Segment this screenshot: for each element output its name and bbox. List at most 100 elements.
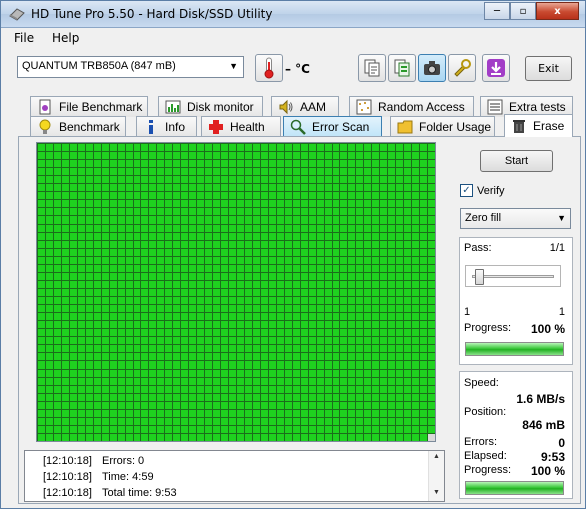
error-scan-magnifier-icon xyxy=(290,119,306,135)
scroll-down-icon[interactable]: ▼ xyxy=(433,489,440,496)
log-entry: [12:10:18] Errors: 0 xyxy=(43,455,144,467)
errors-row: Errors: 0 xyxy=(464,436,565,450)
verify-label: Verify xyxy=(477,184,505,197)
fill-mode-value: Zero fill xyxy=(465,212,502,224)
log-time: [12:10:18] xyxy=(43,471,92,483)
position-value-row: 846 mB xyxy=(464,418,565,432)
slider-max: 1 xyxy=(558,306,565,318)
erase-panel: [12:10:18] Errors: 0 [12:10:18] Time: 4:59… xyxy=(18,136,581,504)
progress-label: Progress: xyxy=(464,464,512,476)
elapsed-row: Elapsed: 9:53 xyxy=(464,450,565,464)
tab-label: Error Scan xyxy=(312,120,370,134)
speaker-icon xyxy=(279,99,293,115)
tab-label: File Benchmark xyxy=(59,100,143,114)
tab-health[interactable]: Health xyxy=(201,116,281,137)
options-wrench-icon xyxy=(454,59,471,77)
window-title: HD Tune Pro 5.50 - Hard Disk/SSD Utility xyxy=(31,7,273,21)
progress-bar-fill xyxy=(466,482,563,494)
start-button[interactable]: Start xyxy=(480,150,553,172)
tab-label: Random Access xyxy=(378,100,465,114)
elapsed-label: Elapsed: xyxy=(464,450,507,462)
window-controls: ─ ▫ x xyxy=(484,2,579,20)
tab-folder-usage[interactable]: Folder Usage xyxy=(390,116,495,137)
verify-checkbox[interactable]: ✓ xyxy=(460,184,473,197)
log-text: Errors: 0 xyxy=(102,455,145,467)
tab-benchmark[interactable]: Benchmark xyxy=(30,116,126,137)
tab-aam[interactable]: AAM xyxy=(271,96,339,117)
tab-error-scan[interactable]: Error Scan xyxy=(283,116,382,137)
stats-progress-row: Progress: 100 % xyxy=(464,464,565,478)
log-time: [12:10:18] xyxy=(43,487,92,499)
maximize-button[interactable]: ▫ xyxy=(510,2,536,20)
tab-label: Extra tests xyxy=(509,100,566,114)
pass-progress-row: Progress: 100 % xyxy=(464,322,565,336)
copy-text-button[interactable] xyxy=(358,54,386,82)
log-text: Total time: 9:53 xyxy=(102,487,177,499)
tab-erase[interactable]: Erase xyxy=(504,114,573,137)
extra-tests-icon xyxy=(487,99,503,115)
slider-thumb[interactable] xyxy=(475,269,484,285)
tab-label: Info xyxy=(165,120,186,134)
copy-info-button[interactable] xyxy=(388,54,416,82)
close-button[interactable]: x xyxy=(536,2,579,20)
log-scrollbar[interactable]: ▲ ▼ xyxy=(428,451,444,501)
stats-box: Speed: 1.6 MB/s Position: 846 mB Errors:… xyxy=(459,371,573,499)
disk-monitor-icon xyxy=(165,100,181,114)
thermometer-icon xyxy=(264,57,274,79)
slider-track-line xyxy=(472,275,554,278)
speed-label: Speed: xyxy=(464,377,499,389)
tab-label: Benchmark xyxy=(59,120,120,134)
temperature-readout: – °C xyxy=(285,62,310,76)
block-grid xyxy=(37,143,435,441)
chevron-down-icon: ▼ xyxy=(229,61,238,71)
pass-label: Pass: xyxy=(464,242,492,254)
copy-text-icon xyxy=(364,59,380,77)
app-window: HD Tune Pro 5.50 - Hard Disk/SSD Utility… xyxy=(0,0,586,509)
pass-value: 1/1 xyxy=(549,242,565,254)
log-list[interactable]: [12:10:18] Errors: 0 [12:10:18] Time: 4:59… xyxy=(24,450,445,502)
tab-file-benchmark[interactable]: File Benchmark xyxy=(30,96,148,117)
save-button[interactable] xyxy=(482,54,510,82)
progress-label: Progress: xyxy=(464,322,512,334)
exit-button[interactable]: Exit xyxy=(525,56,572,81)
position-label-row: Position: xyxy=(464,406,565,418)
info-icon xyxy=(149,120,153,134)
slider-min: 1 xyxy=(464,306,471,318)
temperature-button[interactable] xyxy=(255,54,283,82)
log-entry: [12:10:18] Time: 4:59 xyxy=(43,471,154,483)
screenshot-button[interactable] xyxy=(418,54,446,82)
elapsed-value: 9:53 xyxy=(540,450,565,464)
tab-random-access[interactable]: Random Access xyxy=(349,96,474,117)
minimize-button[interactable]: ─ xyxy=(484,2,510,20)
position-label: Position: xyxy=(464,406,507,418)
fill-mode-dropdown[interactable]: Zero fill ▼ xyxy=(460,208,571,229)
speed-label-row: Speed: xyxy=(464,377,565,389)
scroll-up-icon[interactable]: ▲ xyxy=(433,453,440,460)
tab-label: Erase xyxy=(533,119,565,133)
pass-box: Pass: 1/1 1 1 Progress: 100 % xyxy=(459,237,573,365)
random-access-icon xyxy=(356,99,372,115)
device-dropdown[interactable]: QUANTUM TRB850A (847 mB) ▼ xyxy=(17,56,244,78)
copy-info-icon xyxy=(394,59,410,77)
verify-checkbox-row[interactable]: ✓ Verify xyxy=(460,184,505,197)
tab-disk-monitor[interactable]: Disk monitor xyxy=(158,96,263,117)
tab-info[interactable]: Info xyxy=(136,116,197,137)
slider-range-row: 1 1 xyxy=(464,306,565,318)
stats-progress-bar xyxy=(465,481,564,495)
menu-file[interactable]: File xyxy=(14,31,34,45)
errors-value: 0 xyxy=(558,436,565,450)
tab-label: Folder Usage xyxy=(419,120,492,134)
options-button[interactable] xyxy=(448,54,476,82)
tab-label: Health xyxy=(230,120,265,134)
progress-bar-fill xyxy=(466,343,563,355)
pass-slider[interactable] xyxy=(465,265,561,287)
title-bar[interactable]: HD Tune Pro 5.50 - Hard Disk/SSD Utility… xyxy=(1,1,585,28)
log-text: Time: 4:59 xyxy=(102,471,154,483)
chevron-down-icon: ▼ xyxy=(557,213,566,223)
menu-help[interactable]: Help xyxy=(52,31,79,45)
log-entry: [12:10:18] Total time: 9:53 xyxy=(43,487,177,499)
tab-label: Disk monitor xyxy=(187,100,254,114)
menu-bar: File Help xyxy=(1,28,585,49)
file-benchmark-icon xyxy=(39,99,51,115)
pass-row: Pass: 1/1 xyxy=(464,242,565,254)
